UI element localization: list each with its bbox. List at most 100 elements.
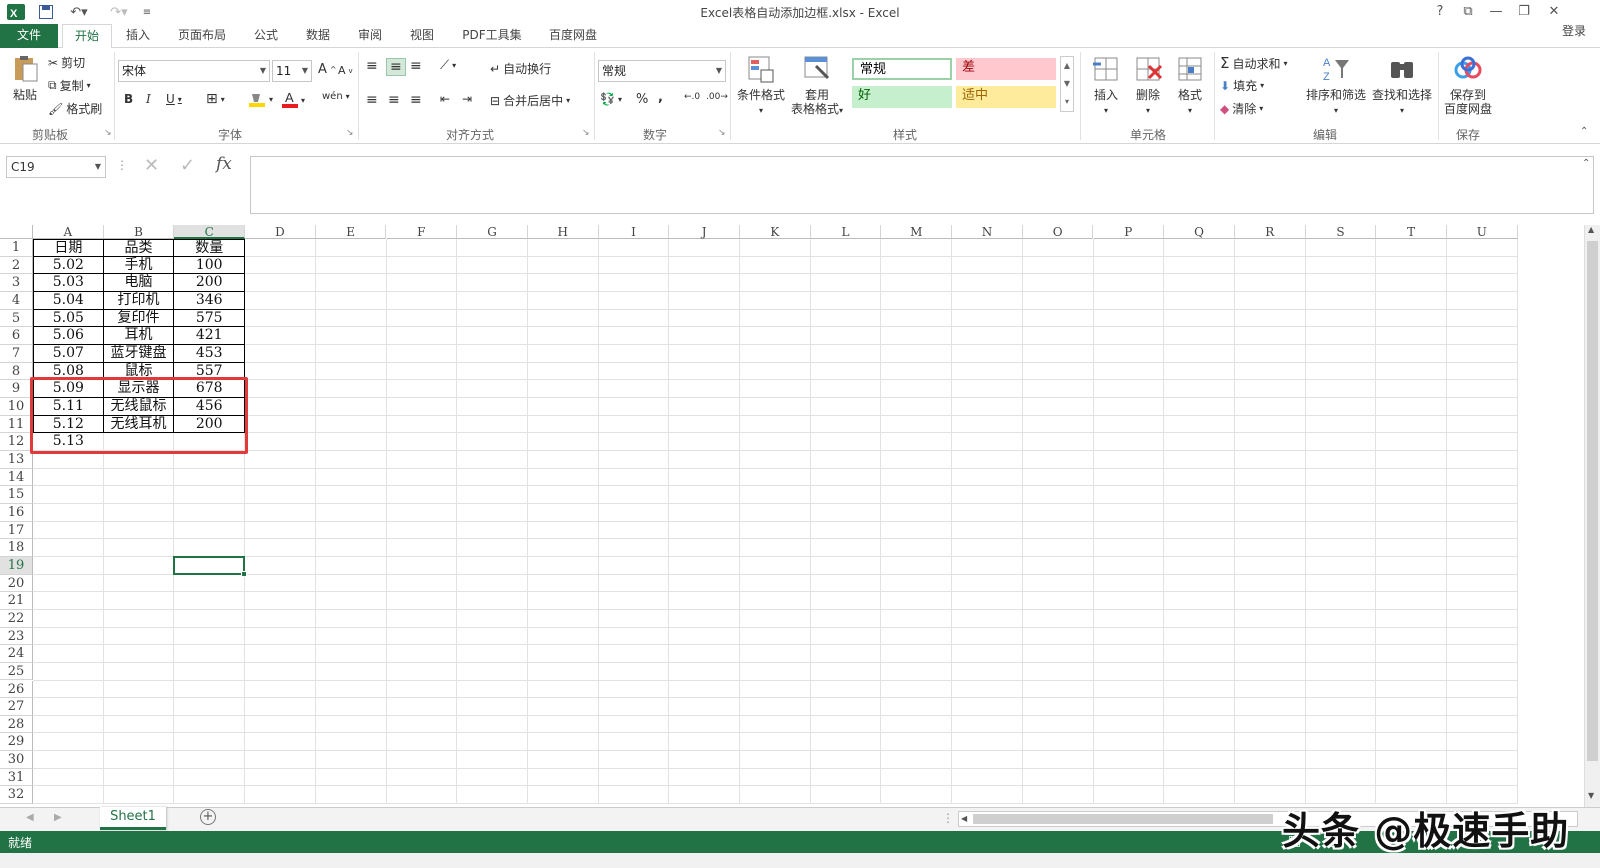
column-header-g[interactable]: G (457, 225, 528, 239)
row-header-19[interactable]: 19 (0, 556, 33, 575)
alignment-launcher-icon[interactable]: ↘ (582, 128, 590, 138)
scroll-down-icon[interactable]: ▼ (1588, 791, 1594, 800)
clipboard-launcher-icon[interactable]: ↘ (104, 128, 112, 138)
row-header-22[interactable]: 22 (0, 609, 33, 628)
style-bad[interactable]: 差 (956, 58, 1056, 80)
cell-a2[interactable]: 5.02 (33, 256, 104, 275)
row-header-11[interactable]: 11 (0, 415, 33, 434)
column-header-r[interactable]: R (1234, 225, 1306, 239)
column-header-f[interactable]: F (386, 225, 458, 239)
row-header-23[interactable]: 23 (0, 627, 33, 646)
font-color-button[interactable]: A ▾ (282, 91, 305, 109)
column-header-t[interactable]: T (1376, 225, 1447, 239)
underline-button[interactable]: U ▾ (166, 92, 182, 106)
style-good[interactable]: 好 (852, 86, 952, 108)
scroll-up-icon[interactable]: ▲ (1588, 225, 1594, 234)
column-header-u[interactable]: U (1447, 225, 1518, 239)
tab-home[interactable]: 开始 (62, 24, 112, 49)
row-header-7[interactable]: 7 (0, 344, 33, 363)
row-header-25[interactable]: 25 (0, 662, 33, 681)
tab-file[interactable]: 文件 (0, 24, 58, 48)
scroll-thumb[interactable] (1587, 241, 1598, 761)
tab-page-layout[interactable]: 页面布局 (170, 24, 234, 48)
grow-font-icon[interactable]: A ^ (318, 62, 337, 77)
increase-indent-icon[interactable]: ⇥ (462, 92, 472, 106)
tab-data[interactable]: 数据 (296, 24, 340, 48)
tab-formulas[interactable]: 公式 (244, 24, 288, 48)
sheet-tab-sheet1[interactable]: Sheet1 (100, 807, 166, 830)
cell-a3[interactable]: 5.03 (33, 274, 104, 292)
styles-scroll[interactable]: ▲ ▼ ▾ (1060, 56, 1074, 112)
collapse-ribbon-icon[interactable]: ⌃ (1580, 126, 1588, 137)
row-header-10[interactable]: 10 (0, 397, 33, 416)
ribbon-display-icon[interactable]: ⧉ (1454, 2, 1482, 22)
font-name-combo[interactable]: 宋体 ▼ (118, 60, 270, 82)
column-header-q[interactable]: Q (1164, 225, 1235, 239)
tab-view[interactable]: 视图 (400, 24, 444, 48)
accounting-icon[interactable]: 💱 ▾ (600, 92, 622, 106)
style-normal[interactable]: 常规 (852, 58, 952, 80)
cell-c7[interactable]: 453 (174, 344, 246, 363)
row-header-21[interactable]: 21 (0, 592, 33, 610)
cell-b3[interactable]: 电脑 (103, 274, 175, 292)
fill-color-button[interactable]: ▾ (248, 91, 273, 107)
column-header-b[interactable]: B (103, 225, 175, 239)
borders-button[interactable]: ⊞ ▾ (206, 91, 225, 107)
row-header-13[interactable]: 13 (0, 450, 33, 469)
save-to-baidu-button[interactable]: 保存到 百度网盘 (1442, 54, 1494, 116)
column-header-i[interactable]: I (598, 225, 670, 239)
cell-a4[interactable]: 5.04 (33, 291, 104, 310)
restore-icon[interactable]: ❐ (1510, 2, 1538, 22)
tab-baidu-pan[interactable]: 百度网盘 (540, 24, 606, 48)
phonetic-button[interactable]: wén ▾ (322, 91, 350, 102)
cell-c6[interactable]: 421 (174, 327, 246, 345)
select-all-corner[interactable] (0, 225, 33, 239)
row-header-12[interactable]: 12 (0, 433, 33, 451)
align-bottom-icon[interactable]: ≡ (410, 58, 422, 74)
cell-b5[interactable]: 复印件 (103, 309, 175, 328)
cell-b6[interactable]: 耳机 (103, 327, 175, 345)
orientation-icon[interactable]: ⟋ ▾ (440, 58, 456, 73)
collapse-formula-icon[interactable]: ⌃ (1582, 158, 1590, 169)
login-link[interactable]: 登录 (1552, 20, 1596, 44)
column-header-d[interactable]: D (245, 225, 316, 239)
add-sheet-icon[interactable]: + (200, 809, 216, 825)
tab-review[interactable]: 审阅 (348, 24, 392, 48)
style-neutral[interactable]: 适中 (956, 86, 1056, 108)
row-header-15[interactable]: 15 (0, 486, 33, 504)
help-icon[interactable]: ? (1426, 2, 1454, 22)
scroll-left-icon[interactable]: ◀ (961, 814, 967, 823)
percent-icon[interactable]: % (636, 92, 648, 107)
column-header-n[interactable]: N (952, 225, 1023, 239)
cell-a7[interactable]: 5.07 (33, 344, 104, 363)
decrease-indent-icon[interactable]: ⇤ (440, 92, 450, 106)
column-header-p[interactable]: P (1093, 225, 1165, 239)
align-middle-icon[interactable]: ≡ (386, 58, 406, 76)
row-header-26[interactable]: 26 (0, 680, 33, 699)
column-header-s[interactable]: S (1305, 225, 1377, 239)
close-icon[interactable]: ✕ (1540, 2, 1568, 22)
row-header-8[interactable]: 8 (0, 362, 33, 381)
row-header-31[interactable]: 31 (0, 768, 33, 787)
format-cells-button[interactable]: 格式 ▾ (1170, 54, 1210, 118)
merge-center-button[interactable]: ⊟ 合并后居中 ▾ (490, 92, 570, 109)
cell-b1[interactable]: 品类 (103, 239, 175, 257)
selected-cell[interactable] (173, 555, 248, 577)
row-header-4[interactable]: 4 (0, 291, 33, 310)
prev-sheet-icon[interactable]: ◀ (26, 812, 34, 823)
align-left-icon[interactable]: ≡ (366, 92, 378, 108)
tab-insert[interactable]: 插入 (116, 24, 160, 48)
minimize-icon[interactable]: — (1482, 2, 1510, 22)
row-header-6[interactable]: 6 (0, 327, 33, 345)
column-header-m[interactable]: M (881, 225, 953, 239)
insert-function-icon[interactable]: fx (216, 154, 232, 174)
row-header-27[interactable]: 27 (0, 698, 33, 716)
cell-c2[interactable]: 100 (174, 256, 246, 275)
cell-c1[interactable]: 数量 (174, 239, 246, 257)
wrap-text-button[interactable]: ↵ 自动换行 (490, 60, 551, 77)
row-header-14[interactable]: 14 (0, 468, 33, 487)
cell-c3[interactable]: 200 (174, 274, 246, 292)
cell-c5[interactable]: 575 (174, 309, 246, 328)
number-format-combo[interactable]: 常规 ▼ (598, 60, 726, 82)
cell-a6[interactable]: 5.06 (33, 327, 104, 345)
